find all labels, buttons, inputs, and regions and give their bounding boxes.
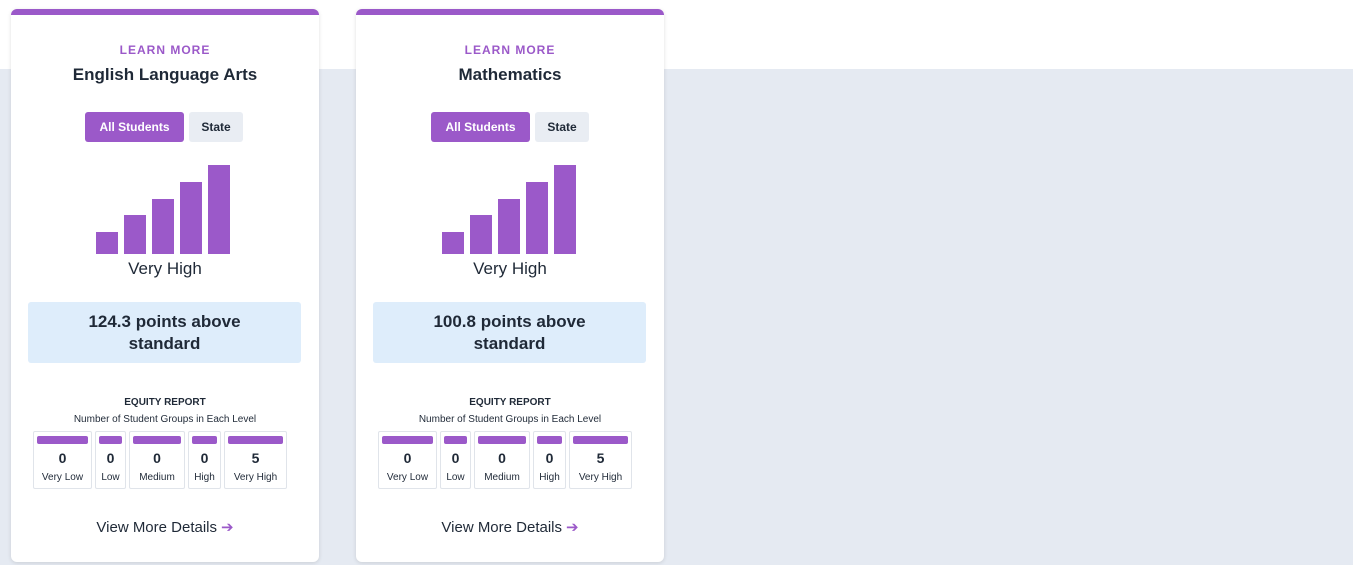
equity-label: Very Low — [41, 472, 84, 483]
points-summary-box: 124.3 points above standard — [28, 302, 301, 363]
state-toggle[interactable]: State — [535, 112, 589, 142]
level-bar — [498, 199, 520, 254]
card-title: English Language Arts — [72, 65, 258, 84]
equity-box-low: 0 Low — [95, 431, 126, 489]
level-color-strip — [478, 436, 526, 444]
equity-label: High — [194, 472, 215, 483]
equity-label: Very High — [233, 472, 278, 483]
level-bar — [96, 232, 118, 254]
level-color-strip — [37, 436, 88, 444]
all-students-toggle[interactable]: All Students — [85, 112, 184, 142]
dashboard-card-english: LEARN MORE English Language Arts All Stu… — [11, 9, 319, 562]
level-color-strip — [228, 436, 283, 444]
equity-report-subtitle: Number of Student Groups in Each Level — [418, 414, 602, 425]
equity-count: 0 — [403, 450, 412, 466]
arrow-right-icon: ➔ — [566, 519, 579, 536]
level-color-strip — [537, 436, 562, 444]
performance-level-label: Very High — [473, 259, 547, 278]
level-color-strip — [99, 436, 122, 444]
card-accent-bar — [356, 9, 664, 15]
level-bar — [470, 215, 492, 254]
level-color-strip — [573, 436, 628, 444]
equity-report-title: EQUITY REPORT — [124, 397, 206, 408]
equity-count: 0 — [106, 450, 115, 466]
state-toggle[interactable]: State — [189, 112, 243, 142]
view-more-details-label: View More Details — [96, 519, 218, 536]
points-summary-text: 100.8 points above standard — [433, 311, 586, 353]
equity-box-very-low: 0 Very Low — [378, 431, 437, 489]
equity-box-low: 0 Low — [440, 431, 471, 489]
level-bar — [152, 199, 174, 254]
bar-chart-icon — [96, 164, 236, 254]
card-title: Mathematics — [458, 65, 562, 84]
equity-label: Low — [446, 472, 465, 483]
all-students-toggle[interactable]: All Students — [431, 112, 530, 142]
equity-box-high: 0 High — [533, 431, 566, 489]
equity-count: 5 — [251, 450, 260, 466]
equity-box-very-high: 5 Very High — [224, 431, 287, 489]
equity-box-medium: 0 Medium — [474, 431, 530, 489]
arrow-right-icon: ➔ — [221, 519, 234, 536]
view-more-details-link[interactable]: View More Details ➔ — [11, 518, 319, 536]
dashboard-card-mathematics: LEARN MORE Mathematics All Students Stat… — [356, 9, 664, 562]
equity-box-high: 0 High — [188, 431, 221, 489]
equity-count: 0 — [58, 450, 67, 466]
equity-report-title: EQUITY REPORT — [469, 397, 551, 408]
equity-report-subtitle: Number of Student Groups in Each Level — [73, 414, 257, 425]
equity-levels-row: 0 Very Low 0 Low 0 Medium 0 High 5 Very … — [378, 431, 642, 489]
equity-box-medium: 0 Medium — [129, 431, 185, 489]
equity-label: Medium — [484, 472, 520, 483]
points-summary-box: 100.8 points above standard — [373, 302, 646, 363]
equity-count: 0 — [451, 450, 460, 466]
equity-label: Very High — [578, 472, 623, 483]
equity-count: 0 — [545, 450, 554, 466]
equity-label: High — [539, 472, 560, 483]
view-more-details-link[interactable]: View More Details ➔ — [356, 518, 664, 536]
equity-levels-row: 0 Very Low 0 Low 0 Medium 0 High 5 Very … — [33, 431, 297, 489]
equity-label: Low — [101, 472, 120, 483]
equity-count: 5 — [596, 450, 605, 466]
level-bar — [124, 215, 146, 254]
equity-label: Very Low — [386, 472, 429, 483]
learn-more-link[interactable]: LEARN MORE — [356, 43, 664, 57]
level-color-strip — [444, 436, 467, 444]
level-color-strip — [192, 436, 217, 444]
level-bar — [180, 182, 202, 254]
equity-box-very-high: 5 Very High — [569, 431, 632, 489]
level-bar — [208, 165, 230, 254]
level-bar — [442, 232, 464, 254]
level-bar — [526, 182, 548, 254]
equity-count: 0 — [153, 450, 161, 466]
points-summary-text: 124.3 points above standard — [88, 311, 241, 353]
learn-more-link[interactable]: LEARN MORE — [11, 43, 319, 57]
level-color-strip — [133, 436, 181, 444]
equity-count: 0 — [200, 450, 209, 466]
bar-chart-icon — [442, 164, 582, 254]
level-color-strip — [382, 436, 433, 444]
level-bar — [554, 165, 576, 254]
view-more-details-label: View More Details — [441, 519, 563, 536]
card-accent-bar — [11, 9, 319, 15]
performance-level-label: Very High — [128, 259, 202, 278]
equity-count: 0 — [498, 450, 506, 466]
equity-box-very-low: 0 Very Low — [33, 431, 92, 489]
equity-label: Medium — [139, 472, 175, 483]
